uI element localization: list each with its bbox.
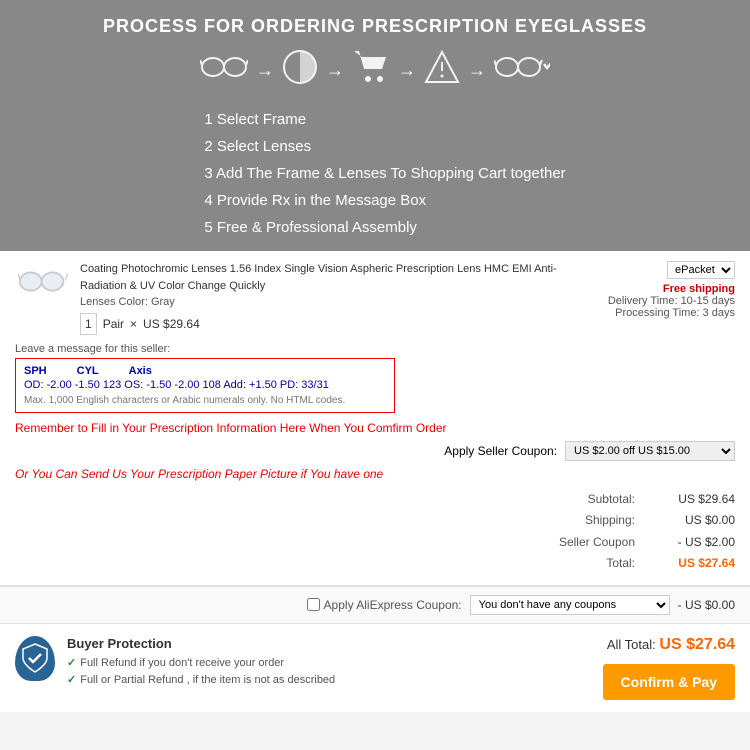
delivery-time: Delivery Time: 10-15 days [575, 295, 735, 307]
arrow-4: → [468, 60, 486, 81]
coupon-label: Apply Seller Coupon: [444, 444, 557, 458]
seller-coupon-row: Seller Coupon - US $2.00 [15, 532, 735, 554]
aliexpress-coupon-label: Apply AliExpress Coupon: [324, 598, 462, 612]
buyer-protection-text: Buyer Protection ✓ Full Refund if you do… [67, 636, 335, 690]
subtotal-value: US $29.64 [655, 489, 735, 511]
steps-icons: → → → → [10, 49, 740, 92]
banner-title: PROCESS FOR ORDERING PRESCRIPTION EYEGLA… [10, 16, 740, 37]
seller-coupon-value: - US $2.00 [655, 532, 735, 554]
total-value: US $27.64 [655, 553, 735, 575]
product-row: Coating Photochromic Lenses 1.56 Index S… [15, 261, 735, 335]
glasses-icon [200, 54, 248, 87]
reminder-text: Remember to Fill in Your Prescription In… [15, 421, 735, 435]
total-label: Total: [606, 553, 635, 575]
coupon-row: Apply Seller Coupon: US $2.00 off US $15… [15, 441, 735, 461]
shipping-row: Shipping: US $0.00 [15, 510, 735, 532]
lens-color: Lenses Color: Gray [80, 294, 565, 311]
main-content: Coating Photochromic Lenses 1.56 Index S… [0, 251, 750, 586]
step-4: 4 Provide Rx in the Message Box [204, 187, 565, 214]
rx-limit: Max. 1,000 English characters or Arabic … [24, 395, 386, 406]
qty-price-row: 1 Pair × US $29.64 [80, 313, 565, 335]
step-5: 5 Free & Professional Assembly [204, 214, 565, 241]
all-total-value: US $27.64 [659, 636, 735, 653]
product-info: Coating Photochromic Lenses 1.56 Index S… [80, 261, 565, 335]
message-section: Leave a message for this seller: SPH CYL… [15, 343, 735, 413]
all-total: All Total: US $27.64 [607, 636, 735, 654]
cart-icon [352, 49, 390, 92]
product-price: US $29.64 [143, 315, 200, 333]
quantity-box[interactable]: 1 [80, 313, 97, 335]
step-2: 2 Select Lenses [204, 133, 565, 160]
unit-label: Pair [103, 315, 124, 333]
shipping-value: US $0.00 [655, 510, 735, 532]
subtotal-label: Subtotal: [588, 489, 635, 511]
product-name: Coating Photochromic Lenses 1.56 Index S… [80, 261, 565, 294]
coupon-discount: - US $0.00 [678, 598, 735, 612]
footer-section: Buyer Protection ✓ Full Refund if you do… [0, 624, 750, 712]
refund-1: ✓ Full Refund if you don't receive your … [67, 655, 335, 673]
rx-values: OD: -2.00 -1.50 123 OS: -1.50 -2.00 108 … [24, 379, 386, 391]
seller-coupon-label: Seller Coupon [559, 532, 635, 554]
seller-coupon-select[interactable]: US $2.00 off US $15.00 [565, 441, 735, 461]
arrow-2: → [326, 60, 344, 81]
buyer-protection: Buyer Protection ✓ Full Refund if you do… [15, 636, 335, 690]
message-label: Leave a message for this seller: [15, 343, 735, 355]
step-1: 1 Select Frame [204, 106, 565, 133]
aliexpress-coupon-select[interactable]: You don't have any coupons [470, 595, 670, 615]
arrow-1: → [256, 60, 274, 81]
glasses-check-icon [494, 52, 550, 89]
subtotal-row: Subtotal: US $29.64 [15, 489, 735, 511]
bottom-coupon-bar: Apply AliExpress Coupon: You don't have … [0, 586, 750, 624]
confirm-pay-button[interactable]: Confirm & Pay [603, 664, 735, 700]
processing-time: Processing Time: 3 days [575, 307, 735, 319]
aliexpress-coupon-check: Apply AliExpress Coupon: [307, 598, 462, 612]
step-3: 3 Add The Frame & Lenses To Shopping Car… [204, 160, 565, 187]
epacket-select[interactable]: ePacket [667, 261, 735, 279]
footer-right: All Total: US $27.64 Confirm & Pay [603, 636, 735, 700]
total-row: Total: US $27.64 [15, 553, 735, 575]
refund-2: ✓ Full or Partial Refund , if the item i… [67, 672, 335, 690]
arrow-3: → [398, 60, 416, 81]
steps-text: 1 Select Frame 2 Select Lenses 3 Add The… [184, 106, 565, 241]
buyer-protection-title: Buyer Protection [67, 636, 335, 651]
product-image [15, 261, 70, 301]
totals-section: Subtotal: US $29.64 Shipping: US $0.00 S… [15, 489, 735, 575]
shield-icon [15, 636, 55, 681]
warning-icon [424, 49, 460, 92]
lens-icon [282, 49, 318, 92]
alt-text: Or You Can Send Us Your Prescription Pap… [15, 467, 735, 481]
free-shipping: Free shipping [575, 283, 735, 295]
shipping-label: Shipping: [585, 510, 635, 532]
prescription-box[interactable]: SPH CYL Axis OD: -2.00 -1.50 123 OS: -1.… [15, 358, 395, 413]
rx-header: SPH CYL Axis [24, 365, 386, 377]
shipping-info: ePacket Free shipping Delivery Time: 10-… [575, 261, 735, 319]
top-banner: PROCESS FOR ORDERING PRESCRIPTION EYEGLA… [0, 0, 750, 251]
coupon-checkbox[interactable] [307, 598, 320, 611]
